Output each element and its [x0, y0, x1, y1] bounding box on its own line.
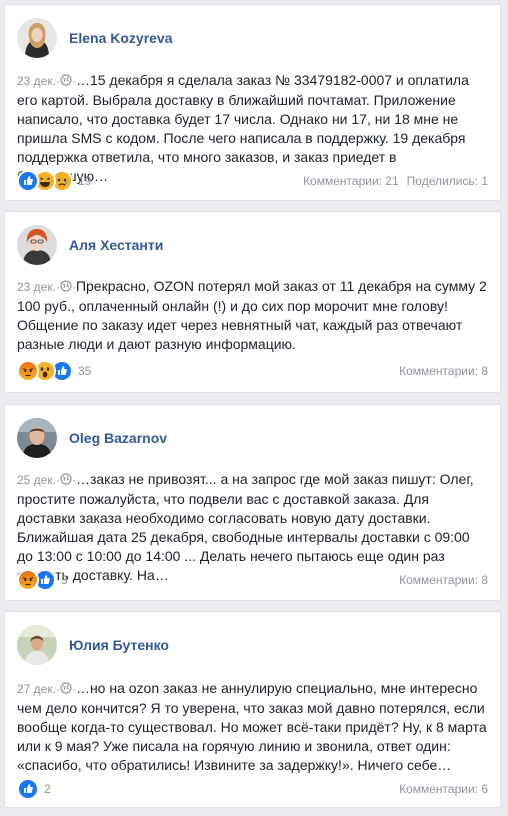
- post-footer: 35 Комментарии: 8: [17, 360, 488, 382]
- reaction-count: 3: [61, 573, 68, 587]
- post-date[interactable]: 23 дек.: [17, 280, 56, 294]
- like-icon: [17, 778, 39, 800]
- post-date[interactable]: 27 дек.: [17, 682, 56, 696]
- shares-count[interactable]: Поделились: 1: [407, 174, 488, 188]
- globe-icon: [60, 72, 72, 86]
- feed: Elena Kozyreva 23 дек.· ·…15 декабря я сд…: [0, 0, 508, 816]
- post-footer: 3 Комментарии: 8: [17, 569, 488, 591]
- post-text: Прекрасно, OZON потерял мой заказ от 11 …: [17, 278, 487, 352]
- post-body: 25 дек.· ·…заказ не привозят... а на запр…: [17, 470, 488, 585]
- post-stats: Комментарии: 21 Поделились: 1: [303, 174, 488, 188]
- reactions[interactable]: 3: [17, 569, 68, 591]
- post-header: Oleg Bazarnov: [17, 418, 167, 458]
- post-card: Юлия Бутенко 27 дек.· ·…но на ozon заказ …: [4, 611, 501, 808]
- comments-count[interactable]: Комментарии: 21: [303, 174, 399, 188]
- post-header: Elena Kozyreva: [17, 18, 173, 58]
- author-name[interactable]: Elena Kozyreva: [69, 30, 173, 46]
- avatar[interactable]: [17, 225, 57, 265]
- author-name[interactable]: Юлия Бутенко: [69, 637, 169, 653]
- author-name[interactable]: Oleg Bazarnov: [69, 430, 167, 446]
- comments-count[interactable]: Комментарии: 6: [399, 782, 488, 796]
- avatar[interactable]: [17, 625, 57, 665]
- post-body: 23 дек.· ·…15 декабря я сделала заказ № 3…: [17, 71, 488, 186]
- comments-count[interactable]: Комментарии: 8: [399, 364, 488, 378]
- globe-icon: [60, 471, 72, 485]
- post-date[interactable]: 23 дек.: [17, 74, 56, 88]
- post-stats: Комментарии: 6: [399, 782, 488, 796]
- angry-icon: [17, 360, 39, 382]
- post-footer: 19 Комментарии: 21 Поделились: 1: [17, 170, 488, 192]
- reactions[interactable]: 19: [17, 170, 91, 192]
- avatar[interactable]: [17, 418, 57, 458]
- globe-icon: [60, 278, 72, 292]
- post-body: 23 дек.· ·Прекрасно, OZON потерял мой зак…: [17, 277, 488, 354]
- reaction-count: 19: [78, 174, 92, 188]
- globe-icon: [60, 680, 72, 694]
- post-footer: 2 Комментарии: 6: [17, 778, 488, 800]
- post-text: …15 декабря я сделала заказ № 33479182-0…: [17, 72, 469, 184]
- author-name[interactable]: Аля Хестанти: [69, 237, 163, 253]
- post-card: Elena Kozyreva 23 дек.· ·…15 декабря я сд…: [4, 4, 501, 201]
- post-stats: Комментарии: 8: [399, 573, 488, 587]
- post-header: Юлия Бутенко: [17, 625, 169, 665]
- post-header: Аля Хестанти: [17, 225, 163, 265]
- post-text: …заказ не привозят... а на запрос где мо…: [17, 471, 474, 583]
- post-body: 27 дек.· ·…но на ozon заказ не аннулирую …: [17, 679, 488, 775]
- post-card: Oleg Bazarnov 25 дек.· ·…заказ не привозя…: [4, 404, 501, 601]
- post-date[interactable]: 25 дек.: [17, 473, 56, 487]
- comments-count[interactable]: Комментарии: 8: [399, 573, 488, 587]
- like-icon: [17, 170, 39, 192]
- reactions[interactable]: 2: [17, 778, 51, 800]
- reactions[interactable]: 35: [17, 360, 91, 382]
- avatar[interactable]: [17, 18, 57, 58]
- reaction-count: 35: [78, 364, 92, 378]
- post-stats: Комментарии: 8: [399, 364, 488, 378]
- angry-icon: [17, 569, 39, 591]
- post-text: …но на ozon заказ не аннулирую специальн…: [17, 680, 487, 773]
- reaction-count: 2: [44, 782, 51, 796]
- post-card: Аля Хестанти 23 дек.· ·Прекрасно, OZON по…: [4, 211, 501, 393]
